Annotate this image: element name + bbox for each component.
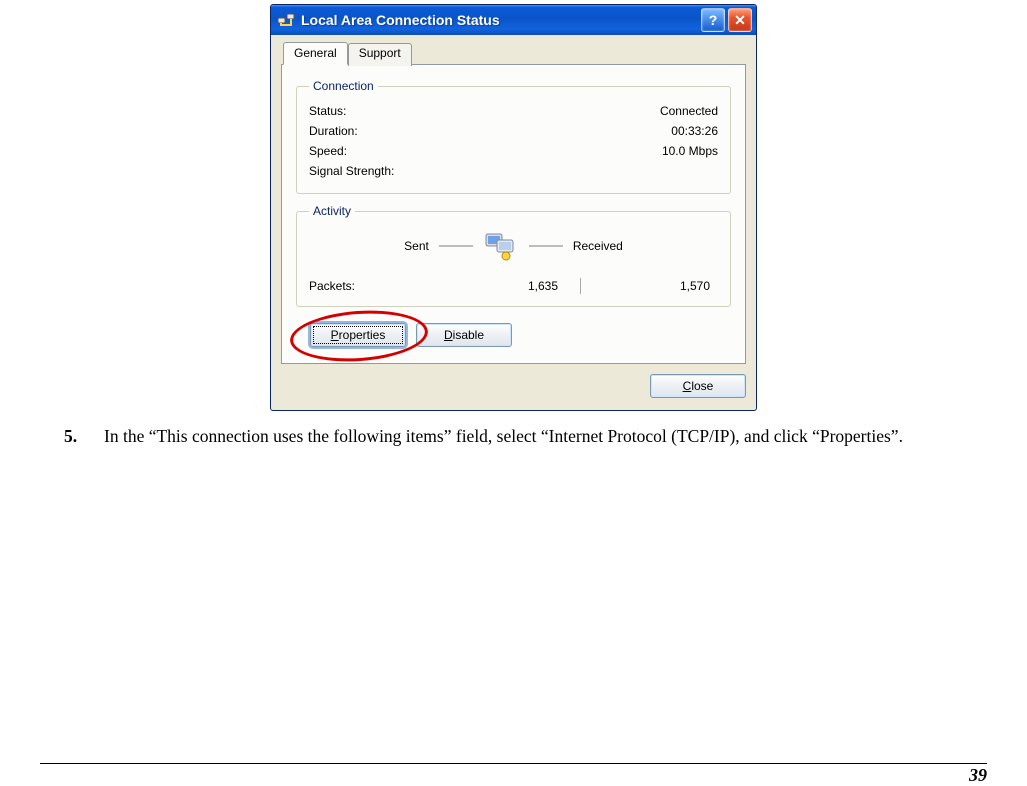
help-icon: ? (709, 12, 718, 28)
instruction-text: In the “This connection uses the followi… (104, 425, 971, 449)
activity-computers-icon (483, 230, 519, 262)
close-button[interactable]: Close (650, 374, 746, 398)
instruction-number: 5. (64, 425, 104, 449)
properties-button[interactable]: Properties (310, 323, 406, 347)
properties-button-label-rest: roperties (339, 328, 386, 342)
packets-received-value: 1,570 (581, 279, 718, 293)
tab-strip: General Support (283, 41, 746, 64)
instruction-step: 5. In the “This connection uses the foll… (64, 425, 971, 449)
connection-group: Connection Status: Connected Duration: 0… (296, 79, 731, 194)
connection-legend: Connection (309, 79, 378, 93)
duration-value: 00:33:26 (671, 124, 718, 138)
duration-label: Duration: (309, 124, 358, 138)
tab-general[interactable]: General (283, 42, 348, 65)
activity-legend: Activity (309, 204, 355, 218)
close-button-label-rest: lose (691, 379, 713, 393)
activity-group: Activity Sent (296, 204, 731, 307)
close-window-button[interactable]: ✕ (728, 8, 752, 32)
activity-line-left (439, 245, 473, 247)
speed-label: Speed: (309, 144, 347, 158)
status-value: Connected (660, 104, 718, 118)
tab-support[interactable]: Support (348, 43, 412, 66)
packets-label: Packets: (309, 279, 429, 293)
close-icon: ✕ (734, 12, 746, 29)
network-icon (277, 11, 295, 29)
tab-panel-general: Connection Status: Connected Duration: 0… (281, 64, 746, 364)
received-label: Received (573, 239, 623, 253)
packets-sent-value: 1,635 (429, 279, 580, 293)
titlebar[interactable]: Local Area Connection Status ? ✕ (271, 5, 756, 35)
sent-label: Sent (404, 239, 429, 253)
disable-button-label-rest: isable (453, 328, 484, 342)
page-number: 39 (969, 765, 987, 786)
dialog-title: Local Area Connection Status (301, 12, 698, 28)
status-label: Status: (309, 104, 346, 118)
speed-value: 10.0 Mbps (662, 144, 718, 158)
help-button[interactable]: ? (701, 8, 725, 32)
signal-strength-label: Signal Strength: (309, 164, 394, 178)
connection-status-dialog: Local Area Connection Status ? ✕ General… (270, 4, 757, 411)
activity-line-right (529, 245, 563, 247)
page-footer-rule (40, 763, 987, 764)
disable-button[interactable]: Disable (416, 323, 512, 347)
